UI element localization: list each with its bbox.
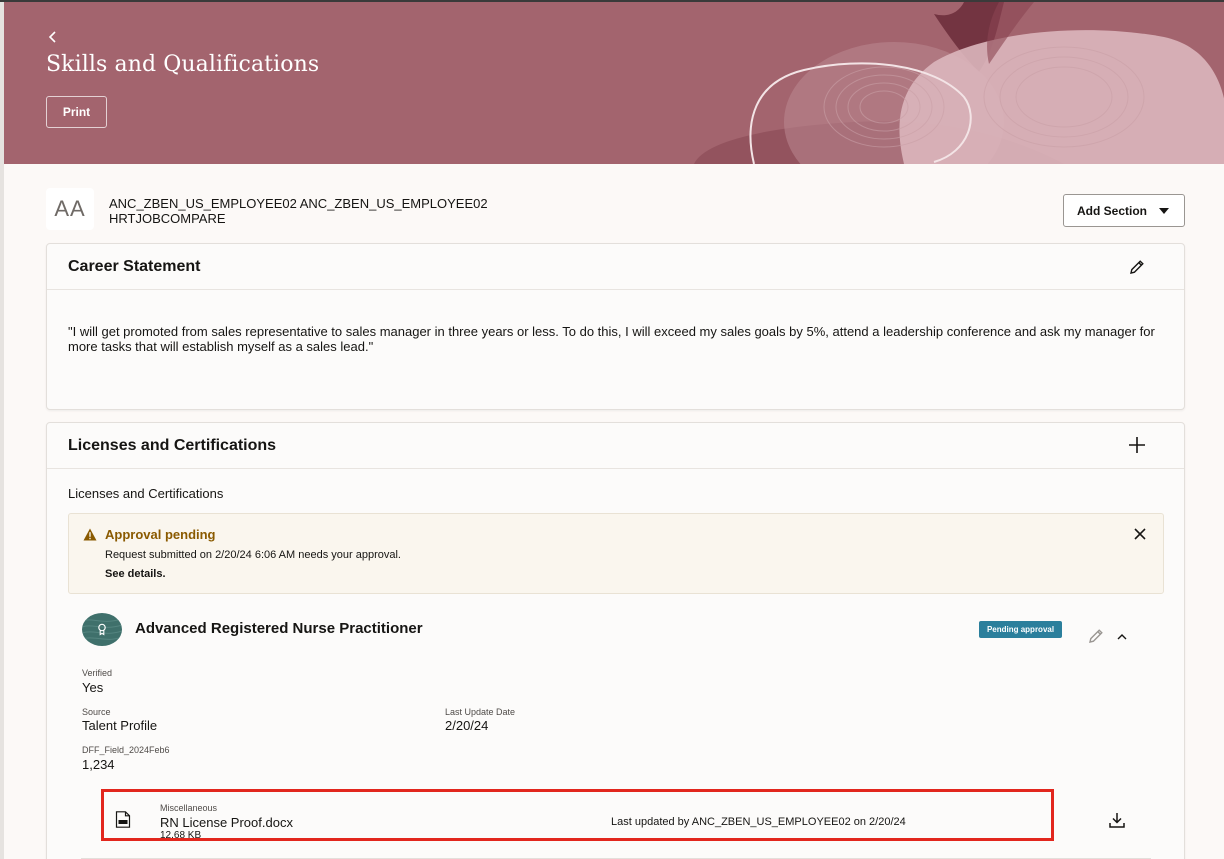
plus-icon bbox=[1129, 437, 1145, 453]
licenses-title: Licenses and Certifications bbox=[68, 437, 277, 454]
person-name: ANC_ZBEN_US_EMPLOYEE02 ANC_ZBEN_US_EMPLO… bbox=[109, 196, 488, 211]
page: Skills and Qualifications Print AA ANC_Z… bbox=[0, 0, 1224, 859]
pencil-icon bbox=[1130, 260, 1144, 274]
add-license-button[interactable] bbox=[1123, 431, 1151, 459]
edit-career-statement-button[interactable] bbox=[1123, 253, 1151, 281]
licenses-sub-heading: Licenses and Certifications bbox=[68, 486, 224, 501]
warning-icon bbox=[83, 528, 97, 541]
certificate-badge-icon bbox=[82, 618, 122, 640]
licenses-card: Licenses and Certifications Licenses and… bbox=[46, 422, 1185, 859]
approval-pending-message: Approval pending Request submitted on 2/… bbox=[68, 513, 1164, 594]
dismiss-approval-button[interactable] bbox=[1126, 520, 1154, 548]
last-update-value: 2/20/24 bbox=[445, 718, 489, 733]
avatar: AA bbox=[46, 188, 94, 230]
attachment-category: Miscellaneous bbox=[160, 803, 218, 813]
licenses-header: Licenses and Certifications bbox=[47, 423, 1184, 469]
page-title: Skills and Qualifications bbox=[46, 52, 320, 77]
source-label: Source bbox=[82, 707, 111, 717]
attachment-updated-text: Last updated by ANC_ZBEN_US_EMPLOYEE02 o… bbox=[611, 816, 906, 828]
collapse-certification-button[interactable] bbox=[1108, 623, 1136, 651]
person-subtitle: HRTJOBCOMPARE bbox=[109, 211, 226, 226]
dff-field-label: DFF_Field_2024Feb6 bbox=[82, 745, 170, 755]
print-button[interactable]: Print bbox=[46, 96, 107, 128]
source-value: Talent Profile bbox=[82, 718, 158, 733]
certification-name: Advanced Registered Nurse Practitioner bbox=[135, 620, 423, 637]
chevron-left-icon bbox=[48, 31, 56, 43]
dff-field-value: 1,234 bbox=[82, 757, 115, 772]
add-section-label: Add Section bbox=[1077, 203, 1148, 218]
attachment-file-name[interactable]: RN License Proof.docx bbox=[160, 815, 293, 830]
chevron-up-icon bbox=[1117, 634, 1127, 640]
approval-title: Approval pending bbox=[105, 527, 216, 542]
close-icon bbox=[1134, 528, 1146, 540]
career-statement-header: Career Statement bbox=[47, 244, 1184, 290]
last-update-label: Last Update Date bbox=[445, 707, 516, 717]
add-section-button[interactable]: Add Section bbox=[1063, 194, 1185, 227]
status-badge: Pending approval bbox=[979, 621, 1062, 638]
career-statement-title: Career Statement bbox=[68, 258, 201, 275]
pencil-icon bbox=[1089, 629, 1103, 643]
verified-label: Verified bbox=[82, 668, 113, 678]
see-details-link[interactable]: See details. bbox=[105, 568, 166, 580]
download-icon bbox=[1109, 813, 1125, 828]
verified-value: Yes bbox=[82, 680, 104, 695]
attachment-row[interactable]: Miscellaneous RN License Proof.docx 12.6… bbox=[101, 789, 1054, 841]
career-statement-text: "I will get promoted from sales represen… bbox=[68, 324, 1155, 354]
certificate-icon bbox=[82, 613, 122, 646]
banner-decoration-graphic bbox=[694, 2, 1224, 164]
edit-certification-button[interactable] bbox=[1082, 622, 1110, 650]
career-statement-card: Career Statement "I will get promoted fr… bbox=[46, 243, 1185, 410]
page-banner: Skills and Qualifications Print bbox=[4, 2, 1224, 164]
back-button[interactable] bbox=[42, 26, 64, 48]
approval-text: Request submitted on 2/20/24 6:06 AM nee… bbox=[105, 549, 401, 561]
document-icon bbox=[115, 811, 131, 828]
caret-down-icon bbox=[1159, 208, 1169, 214]
attachment-file-size: 12.68 KB bbox=[160, 830, 202, 841]
download-attachment-button[interactable] bbox=[1103, 806, 1131, 834]
